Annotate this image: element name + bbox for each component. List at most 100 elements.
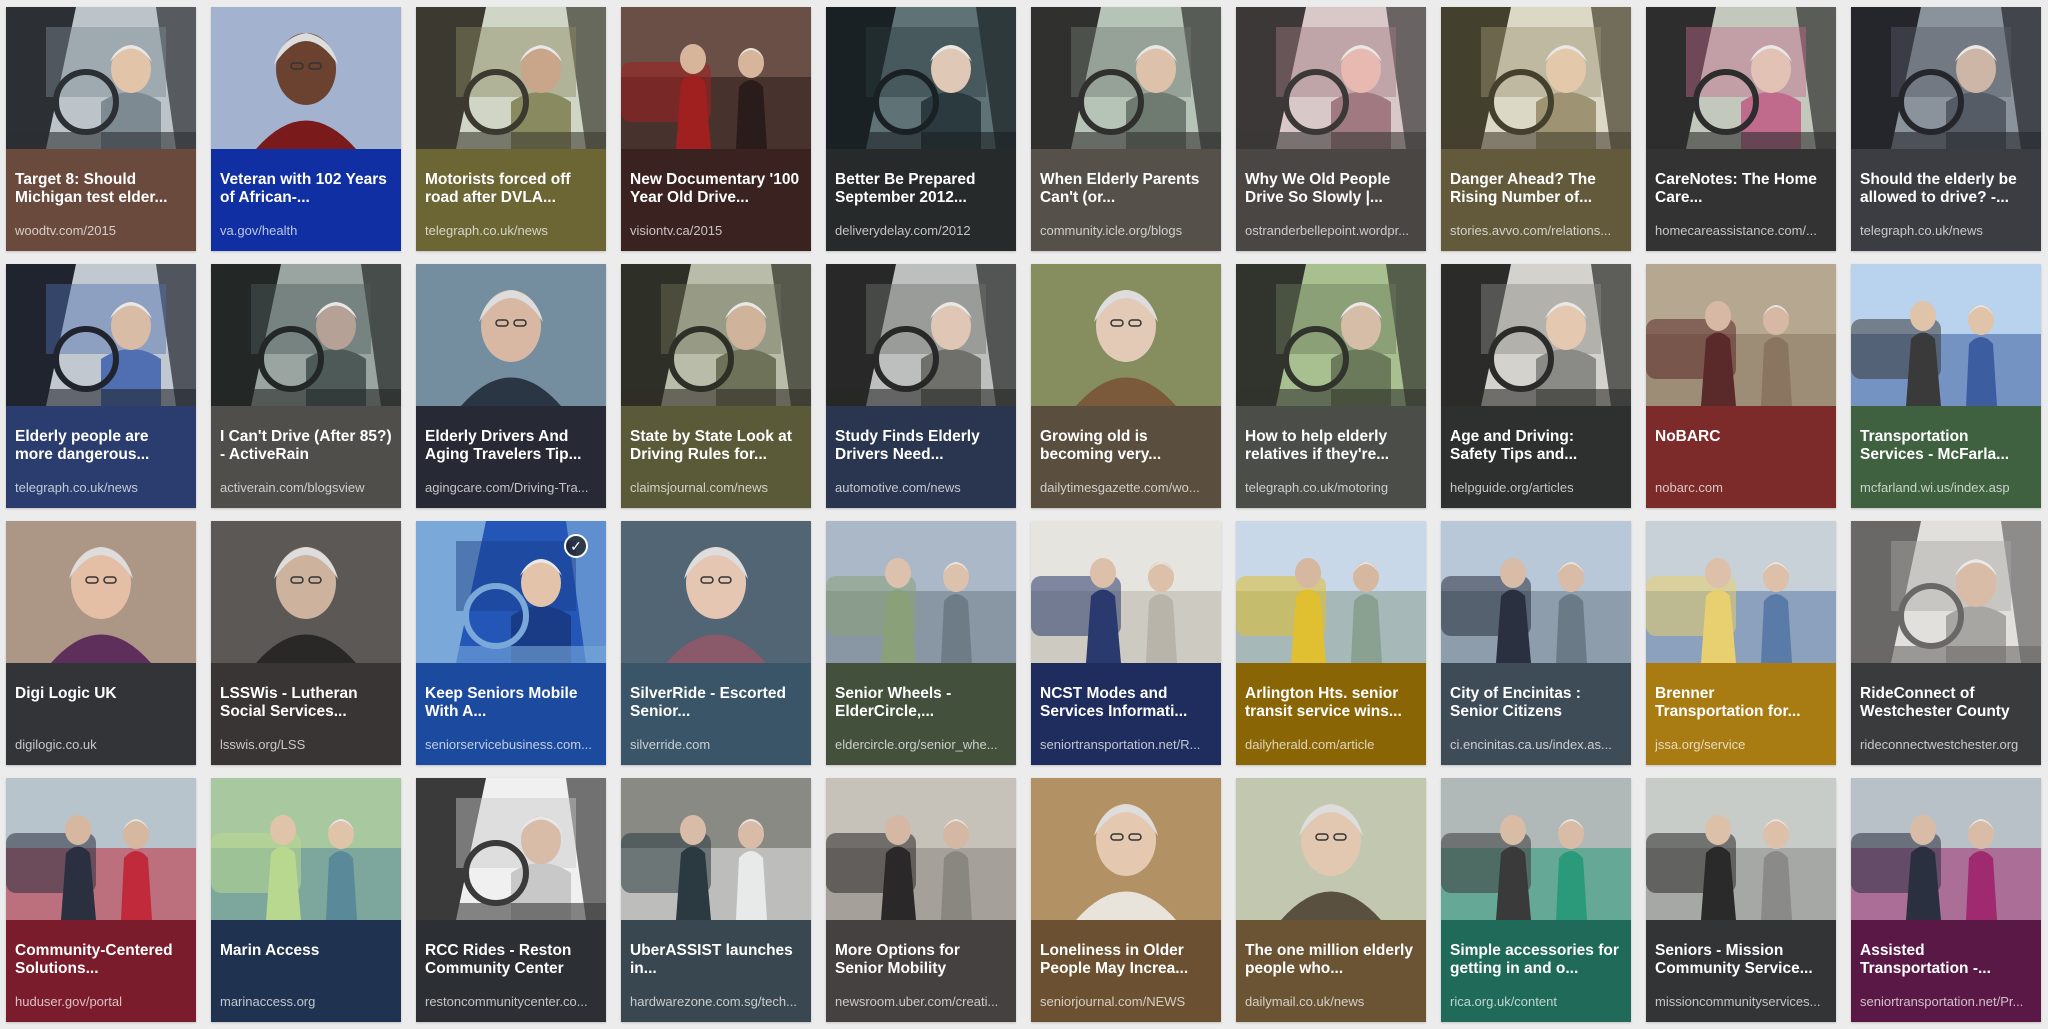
image-result-card[interactable]: Brenner Transportation for... jssa.org/s… [1646,521,1836,765]
result-title[interactable]: State by State Look at Driving Rules for… [630,428,802,464]
image-result-card[interactable]: UberASSIST launches in... hardwarezone.c… [621,778,811,1022]
result-title[interactable]: The one million elderly people who... [1245,942,1417,978]
result-title[interactable]: Study Finds Elderly Drivers Need... [835,428,1007,464]
image-result-card[interactable]: Target 8: Should Michigan test elder... … [6,7,196,251]
image-result-card[interactable]: LSSWis - Lutheran Social Services... lss… [211,521,401,765]
image-result-card[interactable]: Study Finds Elderly Drivers Need... auto… [826,264,1016,508]
result-caption[interactable]: CareNotes: The Home Care... homecareassi… [1646,149,1836,251]
image-result-card[interactable]: Keep Seniors Mobile With A... seniorserv… [416,521,606,765]
result-thumbnail[interactable] [1851,264,2041,406]
result-thumbnail[interactable] [1441,521,1631,663]
image-result-card[interactable]: Marin Access marinaccess.org [211,778,401,1022]
result-title[interactable]: Simple accessories for getting in and o.… [1450,942,1622,978]
result-title[interactable]: LSSWis - Lutheran Social Services... [220,685,392,721]
image-result-card[interactable]: Why We Old People Drive So Slowly |... o… [1236,7,1426,251]
image-result-card[interactable]: Should the elderly be allowed to drive? … [1851,7,2041,251]
result-caption[interactable]: Should the elderly be allowed to drive? … [1851,149,2041,251]
result-thumbnail[interactable] [1851,778,2041,920]
result-thumbnail[interactable] [1031,778,1221,920]
result-caption[interactable]: LSSWis - Lutheran Social Services... lss… [211,663,401,765]
image-result-card[interactable]: Simple accessories for getting in and o.… [1441,778,1631,1022]
result-caption[interactable]: Elderly Drivers And Aging Travelers Tip.… [416,406,606,508]
result-thumbnail[interactable] [1646,521,1836,663]
result-caption[interactable]: RCC Rides - Reston Community Center rest… [416,920,606,1022]
result-thumbnail[interactable] [211,778,401,920]
result-thumbnail[interactable] [6,778,196,920]
result-caption[interactable]: Motorists forced off road after DVLA... … [416,149,606,251]
result-caption[interactable]: Community-Centered Solutions... huduser.… [6,920,196,1022]
result-caption[interactable]: I Can't Drive (After 85?) - ActiveRain a… [211,406,401,508]
result-caption[interactable]: Growing old is becoming very... dailytim… [1031,406,1221,508]
image-result-card[interactable]: Digi Logic UK digilogic.co.uk [6,521,196,765]
image-result-card[interactable]: Arlington Hts. senior transit service wi… [1236,521,1426,765]
image-result-card[interactable]: Senior Wheels - ElderCircle,... eldercir… [826,521,1016,765]
result-caption[interactable]: SilverRide - Escorted Senior... silverri… [621,663,811,765]
result-title[interactable]: When Elderly Parents Can't (or... [1040,171,1212,207]
result-title[interactable]: NoBARC [1655,428,1827,464]
result-title[interactable]: UberASSIST launches in... [630,942,802,978]
result-caption[interactable]: Keep Seniors Mobile With A... seniorserv… [416,663,606,765]
result-caption[interactable]: State by State Look at Driving Rules for… [621,406,811,508]
result-caption[interactable]: New Documentary '100 Year Old Drive... v… [621,149,811,251]
result-caption[interactable]: NCST Modes and Services Informati... sen… [1031,663,1221,765]
result-thumbnail[interactable] [1646,778,1836,920]
result-title[interactable]: Target 8: Should Michigan test elder... [15,171,187,207]
image-result-card[interactable]: How to help elderly relatives if they're… [1236,264,1426,508]
result-title[interactable]: Growing old is becoming very... [1040,428,1212,464]
result-title[interactable]: Motorists forced off road after DVLA... [425,171,597,207]
result-thumbnail[interactable] [416,264,606,406]
result-caption[interactable]: Elderly people are more dangerous... tel… [6,406,196,508]
result-caption[interactable]: Study Finds Elderly Drivers Need... auto… [826,406,1016,508]
result-thumbnail[interactable] [1031,7,1221,149]
result-thumbnail[interactable] [621,778,811,920]
result-caption[interactable]: Better Be Prepared September 2012... del… [826,149,1016,251]
result-thumbnail[interactable] [1031,264,1221,406]
result-thumbnail[interactable] [1851,7,2041,149]
result-title[interactable]: Keep Seniors Mobile With A... [425,685,597,721]
result-title[interactable]: Senior Wheels - ElderCircle,... [835,685,1007,721]
result-title[interactable]: Loneliness in Older People May Increa... [1040,942,1212,978]
image-result-card[interactable]: New Documentary '100 Year Old Drive... v… [621,7,811,251]
result-thumbnail[interactable] [1851,521,2041,663]
result-title[interactable]: Elderly people are more dangerous... [15,428,187,464]
result-thumbnail[interactable] [1441,778,1631,920]
result-title[interactable]: Danger Ahead? The Rising Number of... [1450,171,1622,207]
result-caption[interactable]: How to help elderly relatives if they're… [1236,406,1426,508]
image-result-card[interactable]: Danger Ahead? The Rising Number of... st… [1441,7,1631,251]
result-thumbnail[interactable] [1236,778,1426,920]
image-result-card[interactable]: Seniors - Mission Community Service... m… [1646,778,1836,1022]
result-thumbnail[interactable] [1031,521,1221,663]
selected-check-icon[interactable]: ✓ [564,534,588,558]
result-caption[interactable]: Simple accessories for getting in and o.… [1441,920,1631,1022]
result-thumbnail[interactable] [1236,521,1426,663]
result-thumbnail[interactable] [416,7,606,149]
result-thumbnail[interactable] [621,264,811,406]
image-result-card[interactable]: RideConnect of Westchester County rideco… [1851,521,2041,765]
image-result-card[interactable]: Loneliness in Older People May Increa...… [1031,778,1221,1022]
result-title[interactable]: CareNotes: The Home Care... [1655,171,1827,207]
result-caption[interactable]: Brenner Transportation for... jssa.org/s… [1646,663,1836,765]
result-caption[interactable]: Danger Ahead? The Rising Number of... st… [1441,149,1631,251]
image-result-card[interactable]: Better Be Prepared September 2012... del… [826,7,1016,251]
result-thumbnail[interactable] [211,264,401,406]
result-title[interactable]: RCC Rides - Reston Community Center [425,942,597,978]
result-title[interactable]: Elderly Drivers And Aging Travelers Tip.… [425,428,597,464]
result-caption[interactable]: Veteran with 102 Years of African-... va… [211,149,401,251]
image-result-card[interactable]: Elderly people are more dangerous... tel… [6,264,196,508]
result-thumbnail[interactable] [826,521,1016,663]
image-result-card[interactable]: NCST Modes and Services Informati... sen… [1031,521,1221,765]
result-thumbnail[interactable] [416,778,606,920]
result-caption[interactable]: Loneliness in Older People May Increa...… [1031,920,1221,1022]
result-caption[interactable]: The one million elderly people who... da… [1236,920,1426,1022]
result-title[interactable]: How to help elderly relatives if they're… [1245,428,1417,464]
result-thumbnail[interactable] [1646,7,1836,149]
result-title[interactable]: Arlington Hts. senior transit service wi… [1245,685,1417,721]
image-result-card[interactable]: RCC Rides - Reston Community Center rest… [416,778,606,1022]
result-title[interactable]: RideConnect of Westchester County [1860,685,2032,721]
result-caption[interactable]: More Options for Senior Mobility newsroo… [826,920,1016,1022]
result-caption[interactable]: Age and Driving: Safety Tips and... help… [1441,406,1631,508]
image-result-card[interactable]: Community-Centered Solutions... huduser.… [6,778,196,1022]
result-title[interactable]: Transportation Services - McFarla... [1860,428,2032,464]
result-title[interactable]: Community-Centered Solutions... [15,942,187,978]
image-result-card[interactable]: Transportation Services - McFarla... mcf… [1851,264,2041,508]
